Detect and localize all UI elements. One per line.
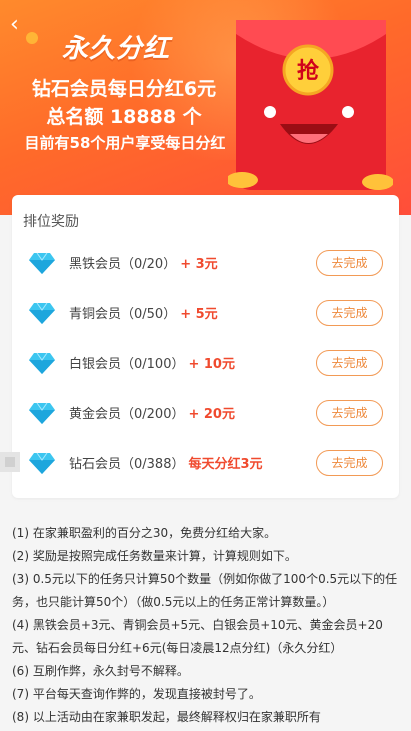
complete-button[interactable]: 去完成 — [316, 400, 383, 426]
floating-side-tab[interactable] — [0, 452, 20, 472]
coin-icon — [26, 32, 38, 44]
complete-button[interactable]: 去完成 — [316, 300, 383, 326]
diamond-icon — [29, 402, 55, 424]
complete-button[interactable]: 去完成 — [316, 450, 383, 476]
rule-item: (6) 互刷作弊，永久封号不解释。 — [12, 664, 189, 678]
rank-name: 钻石会员（0/388） — [69, 457, 185, 472]
rules-section: (1) 在家兼职盈利的百分之30，免费分红给大家。 (2) 奖励是按照完成任务数… — [12, 522, 402, 731]
rank-row-gold: 黄金会员（0/200） + 20元 去完成 — [12, 393, 399, 433]
envelope-grab-char: 抢 — [297, 58, 320, 84]
promo-banner: ‹ 永久分红 钻石会员每日分红6元 总名额 18888 个 目前有58个用户享受… — [0, 0, 411, 215]
rank-row-iron: 黑铁会员（0/20） + 3元 去完成 — [12, 243, 399, 283]
rank-row-diamond: 钻石会员（0/388） 每天分红3元 去完成 — [12, 443, 399, 483]
rank-name: 黑铁会员（0/20） — [69, 257, 177, 272]
rank-row-silver: 白银会员（0/100） + 10元 去完成 — [12, 343, 399, 383]
diamond-icon — [29, 452, 55, 474]
diamond-icon — [29, 302, 55, 324]
rank-reward: 每天分红3元 — [188, 457, 263, 472]
rank-row-bronze: 青铜会员（0/50） + 5元 去完成 — [12, 293, 399, 333]
promo-user-count: 目前有58个用户享受每日分红 — [24, 134, 226, 152]
rank-reward: + 5元 — [180, 307, 218, 322]
red-envelope-illustration: 抢 — [228, 20, 393, 190]
rank-reward: + 20元 — [188, 407, 235, 422]
promo-headline: 钻石会员每日分红6元 — [31, 78, 217, 100]
rank-name: 白银会员（0/100） — [69, 357, 185, 372]
rank-reward-title: 排位奖励 — [23, 214, 79, 230]
rule-item: (4) 黑铁会员+3元、青铜会员+5元、白银会员+10元、黄金会员+20元、钻石… — [12, 618, 383, 655]
promo-quota: 总名额 18888 个 — [46, 106, 202, 128]
rank-label: 青铜会员（0/50） + 5元 — [69, 303, 218, 323]
diamond-icon — [29, 252, 55, 274]
rank-reward: + 10元 — [188, 357, 235, 372]
complete-button[interactable]: 去完成 — [316, 350, 383, 376]
rule-item: (8) 以上活动由在家兼职发起，最终解释权归在家兼职所有 — [12, 710, 321, 724]
diamond-icon — [29, 352, 55, 374]
rank-label: 白银会员（0/100） + 10元 — [69, 353, 235, 373]
rank-label: 黑铁会员（0/20） + 3元 — [69, 253, 218, 273]
rank-reward: + 3元 — [180, 257, 218, 272]
promo-title: 永久分红 — [62, 34, 171, 64]
rank-name: 青铜会员（0/50） — [69, 307, 177, 322]
rule-item: (3) 0.5元以下的任务只计算50个数量（例如你做了100个0.5元以下的任务… — [12, 572, 398, 609]
rank-label: 黄金会员（0/200） + 20元 — [69, 403, 235, 423]
rule-item: (7) 平台每天查询作弊的，发现直接被封号了。 — [12, 687, 261, 701]
rank-reward-card: 排位奖励 黑铁会员（0/20） + 3元 去完成 青铜会员（0/50） + 5元 去… — [12, 195, 399, 498]
complete-button[interactable]: 去完成 — [316, 250, 383, 276]
rule-item: (2) 奖励是按照完成任务数量来计算，计算规则如下。 — [12, 549, 297, 563]
rank-label: 钻石会员（0/388） 每天分红3元 — [69, 453, 263, 473]
rule-item: (1) 在家兼职盈利的百分之30，免费分红给大家。 — [12, 526, 277, 540]
rank-name: 黄金会员（0/200） — [69, 407, 185, 422]
